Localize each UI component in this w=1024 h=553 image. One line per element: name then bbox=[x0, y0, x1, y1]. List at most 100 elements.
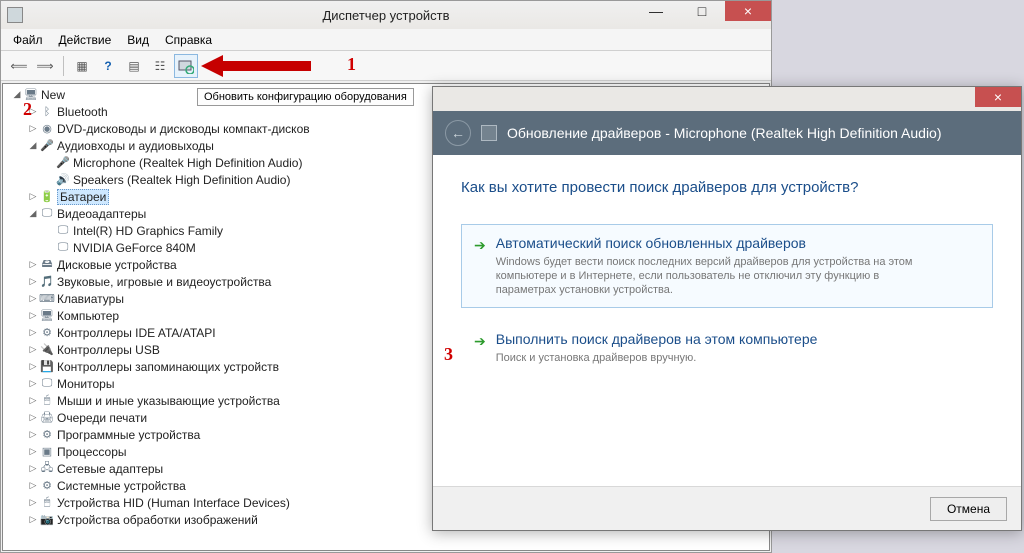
tree-node-label: Microphone (Realtek High Definition Audi… bbox=[73, 156, 302, 170]
titlebar: Диспетчер устройств — □ × bbox=[1, 1, 771, 29]
expand-icon[interactable]: ▷ bbox=[27, 463, 39, 474]
dialog-title: Обновление драйверов - Microphone (Realt… bbox=[507, 125, 942, 141]
usb-icon: 🔌 bbox=[39, 343, 55, 357]
dialog-footer: Отмена bbox=[433, 486, 1021, 530]
expand-icon[interactable]: ▷ bbox=[27, 191, 39, 202]
annotation-marker-2: 2 bbox=[23, 99, 32, 120]
gpu-icon: 🖵 bbox=[55, 224, 71, 238]
expand-icon[interactable]: ◢ bbox=[11, 89, 23, 100]
grid-icon[interactable]: ▦ bbox=[70, 54, 94, 78]
expand-icon[interactable]: ◢ bbox=[27, 140, 39, 151]
option-description: Windows будет вести поиск последних верс… bbox=[496, 255, 936, 297]
expand-icon[interactable]: ▷ bbox=[27, 344, 39, 355]
forward-button[interactable]: ⟹ bbox=[33, 54, 57, 78]
expand-icon[interactable]: ▷ bbox=[27, 327, 39, 338]
mic-icon: 🎤 bbox=[55, 156, 71, 170]
app-icon bbox=[7, 7, 23, 23]
back-button[interactable]: ⟸ bbox=[7, 54, 31, 78]
ide-icon: ⚙ bbox=[39, 326, 55, 340]
tree-node-label: Процессоры bbox=[57, 445, 127, 459]
tree-node-label: Дисковые устройства bbox=[57, 258, 177, 272]
dialog-close-button[interactable]: × bbox=[975, 87, 1021, 107]
pc-icon: 🖥 bbox=[39, 309, 55, 323]
stor-icon: 💾 bbox=[39, 360, 55, 374]
scan-hardware-button[interactable] bbox=[174, 54, 198, 78]
tree-node-label: DVD-дисководы и дисководы компакт-дисков bbox=[57, 122, 310, 136]
hdd-icon: 🖴 bbox=[39, 258, 55, 272]
dialog-header: ← Обновление драйверов - Microphone (Rea… bbox=[433, 111, 1021, 155]
tree-node-label: Мыши и иные указывающие устройства bbox=[57, 394, 280, 408]
expand-icon[interactable]: ▷ bbox=[27, 310, 39, 321]
tree-node-label: Системные устройства bbox=[57, 479, 186, 493]
menu-view[interactable]: Вид bbox=[119, 31, 157, 49]
expand-icon[interactable]: ▷ bbox=[27, 361, 39, 372]
mouse-icon: 🖱 bbox=[39, 394, 55, 408]
expand-icon[interactable]: ▷ bbox=[27, 514, 39, 525]
tree-node-label: Intel(R) HD Graphics Family bbox=[73, 224, 223, 238]
expand-icon[interactable]: ▷ bbox=[27, 378, 39, 389]
scan-hardware-tooltip: Обновить конфигурацию оборудования bbox=[197, 88, 414, 106]
tree-node-label: Контроллеры IDE ATA/ATAPI bbox=[57, 326, 216, 340]
arrow-right-icon: ➔ bbox=[474, 333, 486, 365]
minimize-button[interactable]: — bbox=[633, 1, 679, 21]
tree-node-label: Bluetooth bbox=[57, 105, 108, 119]
menu-file[interactable]: Файл bbox=[5, 31, 51, 49]
expand-icon[interactable]: ▷ bbox=[27, 412, 39, 423]
driver-update-dialog: × ← Обновление драйверов - Microphone (R… bbox=[432, 86, 1022, 531]
dvd-icon: ◉ bbox=[39, 122, 55, 136]
close-button[interactable]: × bbox=[725, 1, 771, 21]
back-icon[interactable]: ← bbox=[445, 120, 471, 146]
expand-icon[interactable]: ▷ bbox=[27, 395, 39, 406]
menu-help[interactable]: Справка bbox=[157, 31, 220, 49]
expand-icon[interactable]: ◢ bbox=[27, 208, 39, 219]
expand-icon[interactable]: ▷ bbox=[27, 446, 39, 457]
sys-icon: ⚙ bbox=[39, 479, 55, 493]
menubar: Файл Действие Вид Справка bbox=[1, 29, 771, 51]
gpu-icon: 🖵 bbox=[55, 241, 71, 255]
expand-icon[interactable]: ▷ bbox=[27, 480, 39, 491]
bat-icon: 🔋 bbox=[39, 190, 55, 204]
annotation-marker-1: 1 bbox=[347, 54, 356, 75]
snd-icon: 🎵 bbox=[39, 275, 55, 289]
tree-node-label: Мониторы bbox=[57, 377, 114, 391]
expand-icon[interactable]: ▷ bbox=[27, 429, 39, 440]
tree-node-label: Компьютер bbox=[57, 309, 119, 323]
expand-icon[interactable]: ▷ bbox=[27, 293, 39, 304]
tree-node-label: Устройства обработки изображений bbox=[57, 513, 258, 527]
expand-icon[interactable]: ▷ bbox=[27, 497, 39, 508]
search-automatically-option[interactable]: ➔ Автоматический поиск обновленных драйв… bbox=[461, 224, 993, 308]
tree-node-label: Контроллеры USB bbox=[57, 343, 160, 357]
tree-node-label: NVIDIA GeForce 840M bbox=[73, 241, 196, 255]
tree-node-label: Контроллеры запоминающих устройств bbox=[57, 360, 279, 374]
expand-icon[interactable]: ▷ bbox=[27, 259, 39, 270]
cancel-button[interactable]: Отмена bbox=[930, 497, 1007, 521]
hid-icon: 🖱 bbox=[39, 496, 55, 510]
tree-node-label: Клавиатуры bbox=[57, 292, 124, 306]
maximize-button[interactable]: □ bbox=[679, 1, 725, 21]
arrow-right-icon: ➔ bbox=[474, 237, 486, 297]
props-icon[interactable]: ▤ bbox=[122, 54, 146, 78]
expand-icon[interactable]: ▷ bbox=[27, 123, 39, 134]
tree-node-label: Устройства HID (Human Interface Devices) bbox=[57, 496, 290, 510]
tree-node-label: Аудиовходы и аудиовыходы bbox=[57, 139, 214, 153]
option-title: Выполнить поиск драйверов на этом компью… bbox=[496, 331, 818, 347]
bt-icon: ᛒ bbox=[39, 105, 55, 119]
window-title: Диспетчер устройств bbox=[322, 8, 449, 23]
mon-icon: 🖵 bbox=[39, 377, 55, 391]
menu-action[interactable]: Действие bbox=[51, 31, 120, 49]
dialog-question: Как вы хотите провести поиск драйверов д… bbox=[461, 179, 993, 196]
toolbar: ⟸ ⟹ ▦ ? ▤ ☷ bbox=[1, 51, 771, 81]
tree-node-label: New bbox=[41, 88, 65, 102]
annotation-marker-3: 3 bbox=[444, 344, 453, 365]
tree-node-label: Сетевые адаптеры bbox=[57, 462, 163, 476]
help-icon[interactable]: ? bbox=[96, 54, 120, 78]
audio-icon: 🎤 bbox=[39, 139, 55, 153]
list-icon[interactable]: ☷ bbox=[148, 54, 172, 78]
tree-node-label: Speakers (Realtek High Definition Audio) bbox=[73, 173, 290, 187]
img-icon: 📷 bbox=[39, 513, 55, 527]
browse-computer-option[interactable]: ➔ Выполнить поиск драйверов на этом комп… bbox=[461, 320, 993, 376]
toolbar-separator bbox=[63, 56, 64, 76]
tree-node-label: Видеоадаптеры bbox=[57, 207, 146, 221]
cpu-icon: ▣ bbox=[39, 445, 55, 459]
expand-icon[interactable]: ▷ bbox=[27, 276, 39, 287]
